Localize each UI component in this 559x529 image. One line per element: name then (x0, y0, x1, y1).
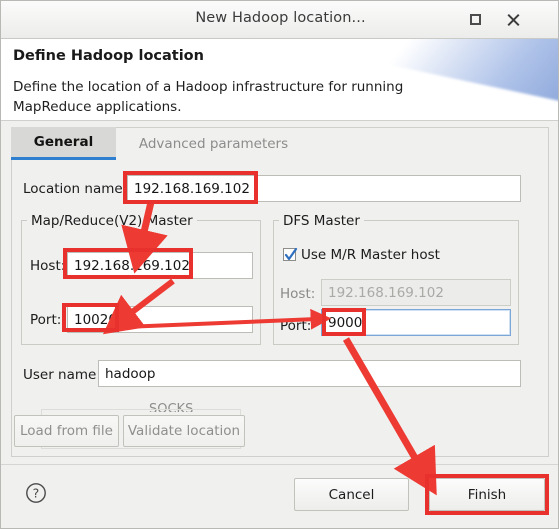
help-icon[interactable]: ? (25, 482, 47, 504)
user-name-value: hadoop (105, 365, 156, 382)
tab-general-label: General (33, 134, 94, 150)
cancel-button[interactable]: Cancel (294, 478, 409, 511)
tab-advanced-parameters-label: Advanced parameters (138, 135, 289, 152)
validate-location-button[interactable]: Validate location (123, 415, 245, 447)
page-description: Define the location of a Hadoop infrastr… (13, 79, 404, 115)
dfs-host-label: Host: (280, 286, 316, 302)
dfs-master-group-label: DFS Master (279, 213, 364, 229)
tab-general[interactable]: General (11, 127, 116, 160)
use-mr-master-host-label: Use M/R Master host (301, 247, 440, 263)
load-from-file-button[interactable]: Load from file (14, 415, 119, 447)
user-name-label: User name: (23, 367, 101, 383)
dfs-host-input: 192.168.169.102 (321, 279, 511, 306)
mr-port-label: Port: (30, 312, 62, 328)
svg-text:?: ? (33, 486, 40, 501)
dfs-port-label: Port: (280, 318, 312, 334)
tab-strip: General Advanced parameters (11, 127, 549, 160)
use-mr-master-host-checkbox[interactable] (283, 248, 298, 261)
location-name-highlight (123, 171, 258, 204)
new-hadoop-location-dialog: New Hadoop location... Define Hadoop loc… (0, 0, 559, 529)
user-name-input[interactable]: hadoop (98, 360, 521, 387)
dfs-host-value: 192.168.169.102 (328, 284, 444, 301)
mr-host-highlight (63, 248, 193, 279)
tab-advanced-parameters[interactable]: Advanced parameters (116, 127, 311, 160)
dfs-port-highlight (322, 308, 366, 336)
validate-location-label: Validate location (127, 423, 241, 439)
mr-host-label: Host: (30, 258, 66, 274)
dialog-header: Define Hadoop location Define the locati… (1, 39, 558, 121)
load-from-file-label: Load from file (20, 423, 113, 439)
mr-port-highlight (62, 303, 119, 332)
finish-highlight (425, 474, 549, 515)
page-title: Define Hadoop location (13, 48, 204, 64)
location-name-label: Location name: (23, 181, 128, 197)
close-icon[interactable] (506, 12, 524, 28)
maximize-icon[interactable] (467, 12, 485, 28)
mapreduce-master-group-label: Map/Reduce(V2) Master (27, 213, 197, 229)
title-bar: New Hadoop location... (1, 1, 558, 39)
cancel-label: Cancel (328, 486, 375, 503)
